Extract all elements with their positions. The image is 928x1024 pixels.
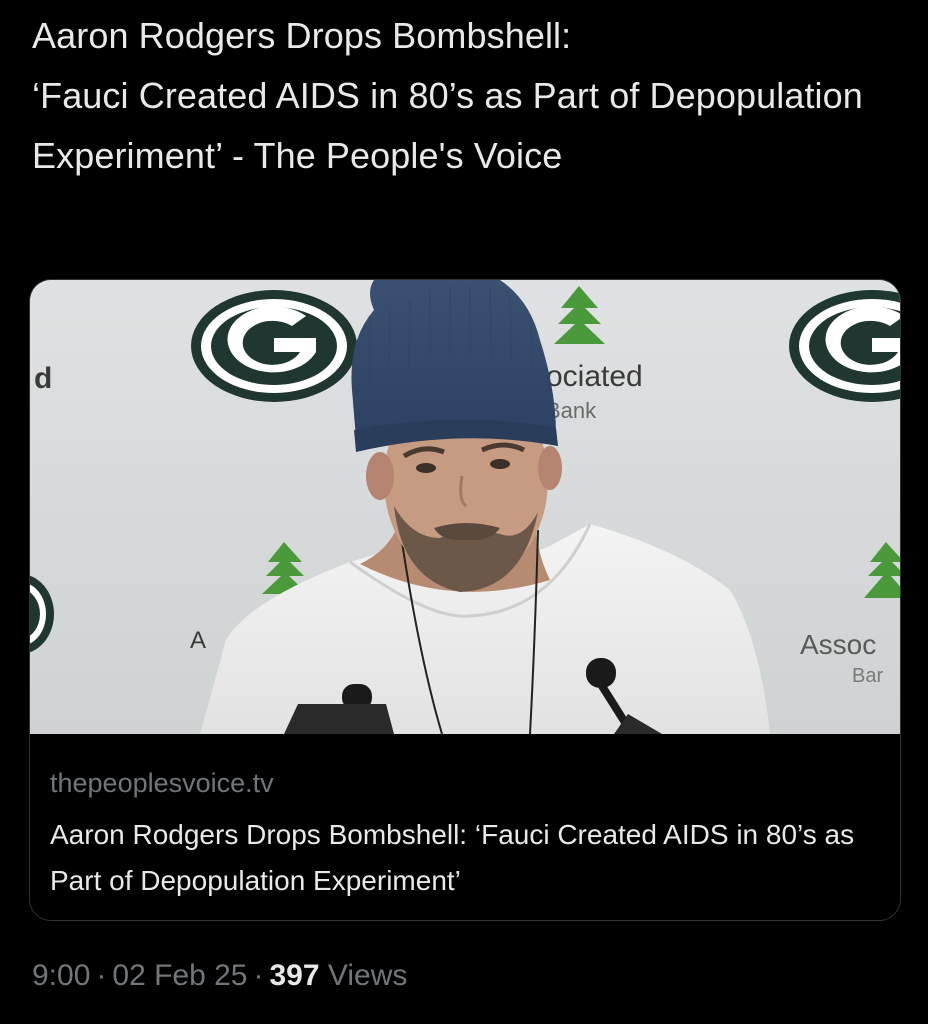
meta-separator: · <box>253 959 264 992</box>
views-count: 397 <box>269 959 320 992</box>
backdrop-text-left: d <box>34 362 52 395</box>
card-image[interactable]: d ociated Bank A Assoc Bar <box>30 280 900 734</box>
post-time[interactable]: 9:00 <box>32 959 90 992</box>
backdrop-text-sponsor: ociated <box>546 360 643 393</box>
views-label: Views <box>327 959 408 992</box>
backdrop-text-right: Assoc <box>800 629 876 660</box>
post-meta: 9:00 · 02 Feb 25 · 397 Views <box>32 952 407 1000</box>
meta-separator: · <box>96 959 107 992</box>
post: Aaron Rodgers Drops Bombshell: ‘Fauci Cr… <box>0 0 928 1024</box>
press-conference-photo: d ociated Bank A Assoc Bar <box>30 280 900 734</box>
post-date[interactable]: 02 Feb 25 <box>112 959 247 992</box>
link-preview-card[interactable]: d ociated Bank A Assoc Bar thepeoplesvoi… <box>29 279 901 921</box>
backdrop-text-right-sub: Bar <box>852 665 883 687</box>
card-info[interactable]: thepeoplesvoice.tv Aaron Rodgers Drops B… <box>30 734 900 920</box>
team-logo-icon <box>191 290 357 402</box>
card-domain[interactable]: thepeoplesvoice.tv <box>50 766 274 800</box>
backdrop-text-left-fragment: A <box>190 627 206 654</box>
post-text: Aaron Rodgers Drops Bombshell: ‘Fauci Cr… <box>32 15 863 176</box>
card-title[interactable]: Aaron Rodgers Drops Bombshell: ‘Fauci Cr… <box>50 812 880 904</box>
